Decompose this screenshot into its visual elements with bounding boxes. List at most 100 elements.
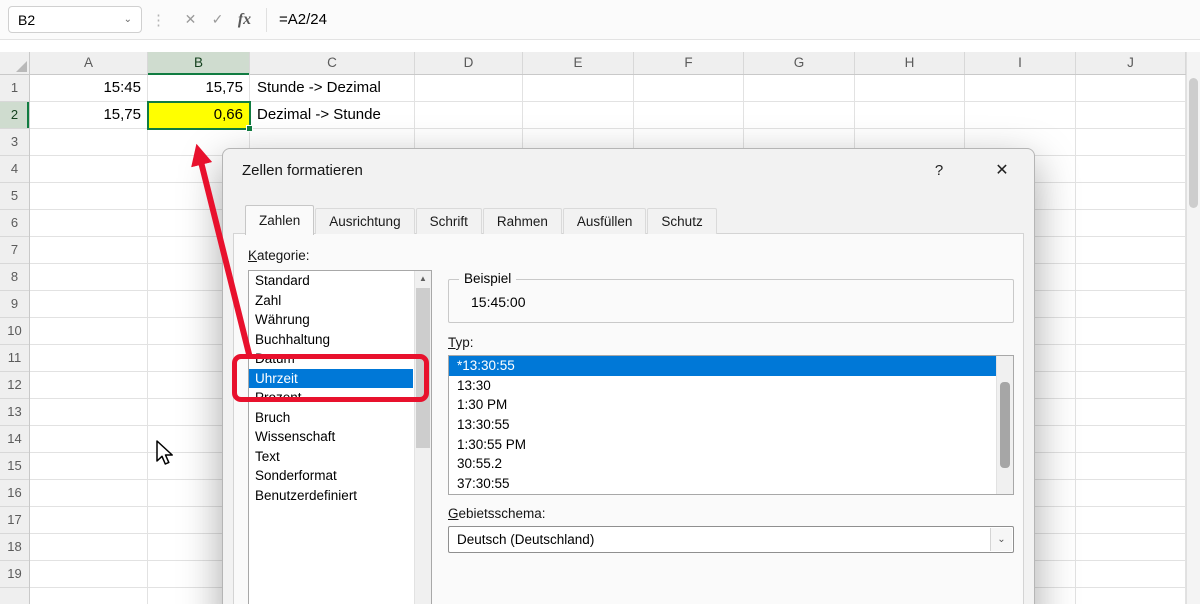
tab-zahlen[interactable]: Zahlen: [245, 205, 314, 235]
row-headers: 12345678910111213141516171819: [0, 75, 30, 604]
typ-item-6[interactable]: 37:30:55: [449, 474, 996, 494]
cell-A1[interactable]: 15:45: [30, 75, 148, 102]
formula-input[interactable]: =A2/24: [279, 11, 327, 28]
row-header-13[interactable]: 13: [0, 399, 29, 426]
category-item-währung[interactable]: Währung: [249, 310, 413, 330]
column-header-F[interactable]: F: [634, 52, 744, 74]
row-header-1[interactable]: 1: [0, 75, 29, 102]
category-scrollbar-thumb[interactable]: [416, 288, 430, 448]
row-header-2[interactable]: 2: [0, 102, 29, 129]
row-header-3[interactable]: 3: [0, 129, 29, 156]
gebietsschema-dropdown[interactable]: Deutsch (Deutschland) ⌄: [448, 526, 1014, 553]
gebietsschema-value: Deutsch (Deutschland): [449, 527, 1013, 552]
row-header-17[interactable]: 17: [0, 507, 29, 534]
beispiel-value: 15:45:00: [471, 294, 526, 310]
category-item-benutzerdefiniert[interactable]: Benutzerdefiniert: [249, 486, 413, 506]
category-items: StandardZahlWährungBuchhaltungDatumUhrze…: [249, 271, 431, 505]
fill-handle[interactable]: [246, 125, 253, 132]
name-box-value: B2: [18, 12, 35, 28]
beispiel-label: Beispiel: [459, 271, 516, 286]
category-item-datum[interactable]: Datum: [249, 349, 413, 369]
row-header-4[interactable]: 4: [0, 156, 29, 183]
category-item-standard[interactable]: Standard: [249, 271, 413, 291]
typ-listbox[interactable]: *13:30:5513:301:30 PM13:30:551:30:55 PM3…: [448, 355, 1014, 495]
typ-scrollbar[interactable]: [996, 356, 1013, 494]
beispiel-groupbox: Beispiel 15:45:00: [448, 279, 1014, 323]
select-all-corner[interactable]: [0, 52, 30, 75]
column-header-D[interactable]: D: [415, 52, 523, 74]
typ-item-3[interactable]: 13:30:55: [449, 415, 996, 435]
cell-B1[interactable]: 15,75: [148, 75, 250, 102]
row-header-15[interactable]: 15: [0, 453, 29, 480]
typ-items: *13:30:5513:301:30 PM13:30:551:30:55 PM3…: [449, 356, 1013, 494]
row-header-8[interactable]: 8: [0, 264, 29, 291]
category-listbox[interactable]: StandardZahlWährungBuchhaltungDatumUhrze…: [248, 270, 432, 604]
category-item-wissenschaft[interactable]: Wissenschaft: [249, 427, 413, 447]
formula-bar-divider: [266, 8, 267, 32]
excel-window: B2 ⌄ ⋮ ✕ ✓ fx =A2/24 ABCDEFGHIJ 12345678…: [0, 0, 1200, 604]
row-header-10[interactable]: 10: [0, 318, 29, 345]
row-header-9[interactable]: 9: [0, 291, 29, 318]
insert-function-icon[interactable]: fx: [231, 7, 258, 33]
row-header-14[interactable]: 14: [0, 426, 29, 453]
tab-ausrichtung[interactable]: Ausrichtung: [315, 208, 414, 234]
column-header-G[interactable]: G: [744, 52, 855, 74]
selected-cell-border: [147, 101, 251, 130]
vertical-scrollbar-thumb[interactable]: [1189, 78, 1198, 208]
row-header-5[interactable]: 5: [0, 183, 29, 210]
typ-item-2[interactable]: 1:30 PM: [449, 395, 996, 415]
column-header-J[interactable]: J: [1076, 52, 1186, 74]
cell-C2[interactable]: Dezimal -> Stunde: [250, 102, 415, 129]
category-item-uhrzeit[interactable]: Uhrzeit: [249, 369, 413, 389]
row-header-19[interactable]: 19: [0, 561, 29, 588]
cancel-entry-icon[interactable]: ✕: [177, 7, 204, 33]
column-header-E[interactable]: E: [523, 52, 634, 74]
typ-item-5[interactable]: 30:55.2: [449, 454, 996, 474]
tab-schrift[interactable]: Schrift: [416, 208, 482, 234]
column-headers: ABCDEFGHIJ: [30, 52, 1186, 75]
name-box[interactable]: B2 ⌄: [8, 6, 142, 33]
scrollbar-up-icon[interactable]: ▲: [415, 271, 431, 287]
select-all-triangle-icon: [16, 61, 27, 72]
tab-ausfüllen[interactable]: Ausfüllen: [563, 208, 647, 234]
row-header-6[interactable]: 6: [0, 210, 29, 237]
category-item-text[interactable]: Text: [249, 447, 413, 467]
category-item-prozent[interactable]: Prozent: [249, 388, 413, 408]
formula-bar: B2 ⌄ ⋮ ✕ ✓ fx =A2/24: [0, 0, 1200, 40]
row-header-7[interactable]: 7: [0, 237, 29, 264]
row-header-12[interactable]: 12: [0, 372, 29, 399]
column-header-C[interactable]: C: [250, 52, 415, 74]
tab-schutz[interactable]: Schutz: [647, 208, 716, 234]
typ-scrollbar-thumb[interactable]: [1000, 382, 1010, 468]
column-header-A[interactable]: A: [30, 52, 148, 74]
dialog-help-button[interactable]: ?: [924, 156, 954, 186]
typ-item-1[interactable]: 13:30: [449, 376, 996, 396]
typ-item-4[interactable]: 1:30:55 PM: [449, 435, 996, 455]
typ-item-0[interactable]: *13:30:55: [449, 356, 996, 376]
dialog-title: Zellen formatieren: [242, 149, 363, 193]
confirm-entry-icon[interactable]: ✓: [204, 7, 231, 33]
formula-bar-grip-icon: ⋮: [151, 11, 166, 29]
row-header-16[interactable]: 16: [0, 480, 29, 507]
column-header-B[interactable]: B: [148, 52, 250, 75]
gebietsschema-label: Gebietsschema:: [448, 506, 546, 521]
vertical-scrollbar[interactable]: [1186, 52, 1200, 604]
cell-C1[interactable]: Stunde -> Dezimal: [250, 75, 415, 102]
kategorie-label: Kategorie:: [248, 248, 310, 263]
category-item-bruch[interactable]: Bruch: [249, 408, 413, 428]
row-header-18[interactable]: 18: [0, 534, 29, 561]
chevron-down-icon[interactable]: ⌄: [990, 528, 1012, 551]
cell-A2[interactable]: 15,75: [30, 102, 148, 129]
dialog-close-button[interactable]: ✕: [982, 156, 1022, 186]
row-header-11[interactable]: 11: [0, 345, 29, 372]
category-scrollbar[interactable]: ▲: [414, 271, 431, 604]
category-item-zahl[interactable]: Zahl: [249, 291, 413, 311]
typ-label: Typ:: [448, 335, 474, 350]
category-item-sonderformat[interactable]: Sonderformat: [249, 466, 413, 486]
column-header-I[interactable]: I: [965, 52, 1076, 74]
category-item-buchhaltung[interactable]: Buchhaltung: [249, 330, 413, 350]
dialog-tab-strip: ZahlenAusrichtungSchriftRahmenAusfüllenS…: [245, 206, 718, 234]
name-box-dropdown-icon[interactable]: ⌄: [124, 14, 132, 25]
tab-rahmen[interactable]: Rahmen: [483, 208, 562, 234]
column-header-H[interactable]: H: [855, 52, 965, 74]
